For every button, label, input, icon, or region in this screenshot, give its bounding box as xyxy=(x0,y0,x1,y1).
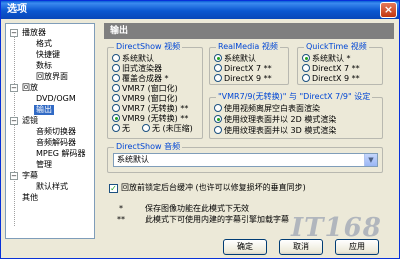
tree-item-playback-ui[interactable]: 回放界面 xyxy=(36,72,68,82)
radio-selected-icon xyxy=(214,115,222,123)
tree-item-default-style[interactable]: 默认样式 xyxy=(36,182,68,192)
radio-icon xyxy=(142,124,150,132)
select-value: 系统默认 xyxy=(117,155,149,164)
radio-icon xyxy=(112,74,120,82)
radio-vmr-2d[interactable]: 使用纹理表面并以 2D 模式渲染 xyxy=(214,115,336,124)
radio-ds-vmr9-renderless[interactable]: VMR9 (无转换) ** xyxy=(112,114,188,123)
tree-item-output[interactable]: 输出 xyxy=(34,105,54,115)
options-window: 选项 × − 播放器 格式 快捷键 数标 回放界面 − 回放 DVD/OGM 输… xyxy=(0,0,400,259)
radio-selected-icon xyxy=(302,54,310,62)
radio-vmr-3d[interactable]: 使用纹理表面并以 3D 模式渲染 xyxy=(214,126,336,135)
collapse-icon[interactable]: − xyxy=(10,172,18,180)
cancel-button[interactable]: 取消 xyxy=(279,239,323,255)
lock-backbuffer-checkbox[interactable]: ✓ 回放前锁定后台缓冲 (也许可以修复损坏的垂直同步) xyxy=(109,183,306,193)
radio-vmr-offscreen[interactable]: 使用视频离屏空白表面渲染 xyxy=(214,104,320,113)
radio-icon xyxy=(214,64,222,72)
group-title: "VMR7/9(无转换)" 与 "DirectX 7/9" 设定 xyxy=(216,92,373,102)
radio-rm-dx9[interactable]: DirectX 9 ** xyxy=(214,74,272,83)
radio-ds-vmr9-win[interactable]: VMR9 (窗口化) xyxy=(112,94,178,103)
title-bar[interactable]: 选项 × xyxy=(1,1,399,19)
tree-item-player[interactable]: 播放器 xyxy=(22,28,46,38)
page-title: 输出 xyxy=(104,23,394,39)
radio-ds-legacy[interactable]: 旧式渲染器 xyxy=(112,64,162,73)
note-text: 此模式下可使用内建的字幕引擎加载字幕 xyxy=(145,215,289,224)
options-tree[interactable]: − 播放器 格式 快捷键 数标 回放界面 − 回放 DVD/OGM 输出 − 滤… xyxy=(5,23,95,239)
directshow-video-group: DirectShow 视频 系统默认 旧式渲染器 覆盖合成器 * VMR7 (窗… xyxy=(107,42,203,139)
tree-item-manage[interactable]: 管理 xyxy=(36,160,52,170)
checkbox-label: 回放前锁定后台缓冲 (也许可以修复损坏的垂直同步) xyxy=(121,183,306,192)
tree-connector xyxy=(14,34,15,226)
collapse-icon[interactable]: − xyxy=(10,84,18,92)
radio-icon xyxy=(112,94,120,102)
chevron-down-icon[interactable]: ▼ xyxy=(364,154,377,166)
radio-ds-vmr7-renderless[interactable]: VMR7 (无转换) ** xyxy=(112,104,188,113)
quicktime-video-group: QuickTime 视频 系统默认 * DirectX 7 ** DirectX… xyxy=(297,42,383,85)
radio-ds-none[interactable]: 无 xyxy=(112,124,130,133)
radio-icon xyxy=(112,64,120,72)
radio-icon xyxy=(112,104,120,112)
radio-selected-icon xyxy=(214,54,222,62)
group-title: DirectShow 视频 xyxy=(114,42,183,52)
group-title: QuickTime 视频 xyxy=(304,42,369,52)
radio-icon xyxy=(214,104,222,112)
radio-rm-dx7[interactable]: DirectX 7 ** xyxy=(214,64,272,73)
collapse-icon[interactable]: − xyxy=(10,117,18,125)
tree-item-mpeg-decoder[interactable]: MPEG 解码器 xyxy=(36,149,86,159)
ok-button[interactable]: 确定 xyxy=(223,239,267,255)
radio-icon xyxy=(112,124,120,132)
vmr-settings-group: "VMR7/9(无转换)" 与 "DirectX 7/9" 设定 使用视频离屏空… xyxy=(209,92,383,139)
radio-ds-overlay[interactable]: 覆盖合成器 * xyxy=(112,74,169,83)
tree-item-keys[interactable]: 快捷键 xyxy=(36,50,60,60)
radio-icon xyxy=(112,54,120,62)
radio-icon xyxy=(214,74,222,82)
radio-qt-dx7[interactable]: DirectX 7 ** xyxy=(302,64,360,73)
radio-ds-default[interactable]: 系统默认 xyxy=(112,54,154,63)
radio-rm-default[interactable]: 系统默认 xyxy=(214,54,256,63)
radio-icon xyxy=(214,126,222,134)
radio-icon xyxy=(302,74,310,82)
collapse-icon[interactable]: − xyxy=(10,29,18,37)
tree-item-subtitles[interactable]: 字幕 xyxy=(22,171,38,181)
tree-item-misc[interactable]: 其他 xyxy=(22,193,38,203)
tree-item-dvd-ogm[interactable]: DVD/OGM xyxy=(36,94,76,104)
checkmark-icon: ✓ xyxy=(109,184,118,193)
radio-qt-default[interactable]: 系统默认 * xyxy=(302,54,351,63)
note-text: 保存图像功能在此模式下无效 xyxy=(145,204,249,213)
realmedia-video-group: RealMedia 视频 系统默认 DirectX 7 ** DirectX 9… xyxy=(209,42,289,85)
apply-button[interactable]: 应用 xyxy=(335,239,379,255)
tree-item-logo[interactable]: 数标 xyxy=(36,61,52,71)
radio-qt-dx9[interactable]: DirectX 9 ** xyxy=(302,74,360,83)
group-title: DirectShow 音频 xyxy=(114,142,183,152)
radio-selected-icon xyxy=(112,114,120,122)
close-icon[interactable]: × xyxy=(380,2,397,18)
note-mark: ** xyxy=(117,215,125,224)
radio-ds-none-uncompressed[interactable]: 无 (未压缩) xyxy=(142,124,193,133)
radio-icon xyxy=(302,64,310,72)
tree-item-playback[interactable]: 回放 xyxy=(22,83,38,93)
tree-item-audio-switcher[interactable]: 音频切换器 xyxy=(36,127,76,137)
tree-item-filters[interactable]: 滤镜 xyxy=(22,116,38,126)
audio-renderer-select[interactable]: 系统默认 ▼ xyxy=(113,153,378,167)
radio-icon xyxy=(112,84,120,92)
tree-item-formats[interactable]: 格式 xyxy=(36,39,52,49)
group-title: RealMedia 视频 xyxy=(216,42,280,52)
tree-item-audio-decoder[interactable]: 音频解码器 xyxy=(36,138,76,148)
radio-ds-vmr7-win[interactable]: VMR7 (窗口化) xyxy=(112,84,178,93)
window-title: 选项 xyxy=(7,4,27,15)
note-mark: * xyxy=(119,204,123,213)
